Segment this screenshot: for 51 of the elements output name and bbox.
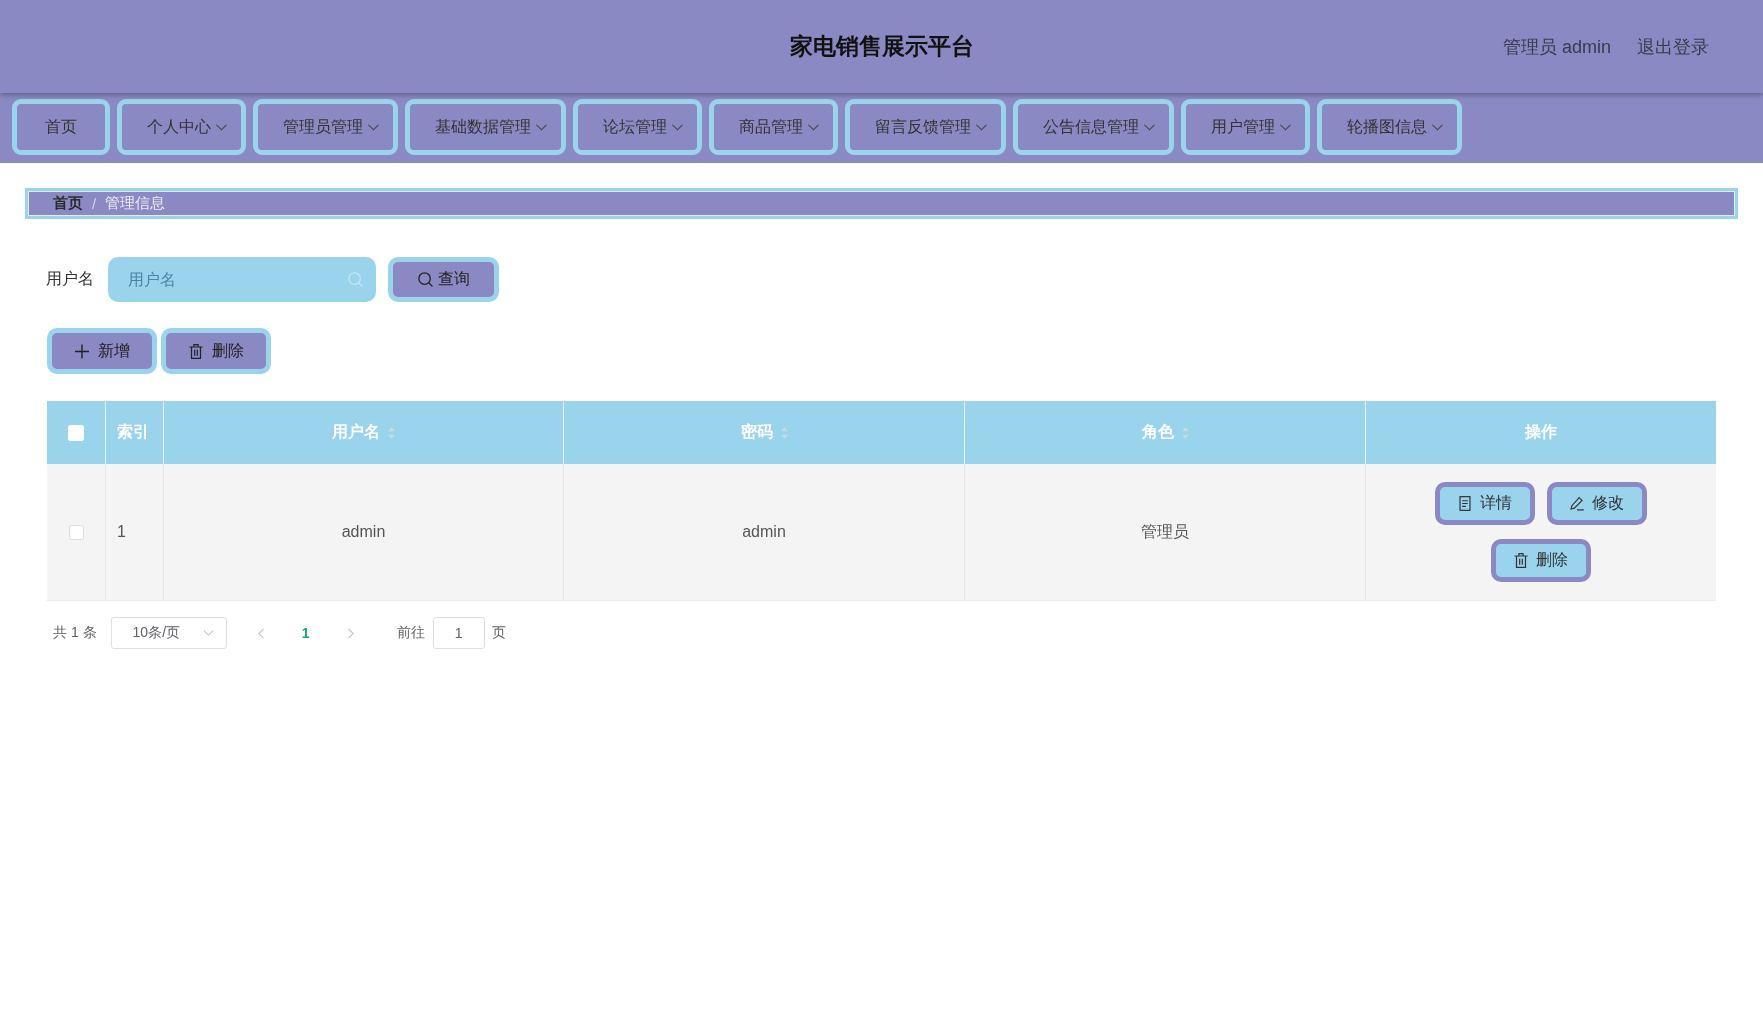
table-cell: admin <box>564 464 965 600</box>
page-input[interactable]: 1 <box>432 617 485 649</box>
column-header: 用户名 <box>332 422 380 442</box>
table-cell: 1 <box>106 464 164 600</box>
column-header: 角色 <box>1141 422 1174 442</box>
chevron-right-icon <box>347 627 354 639</box>
page-suffix: 页 <box>491 624 506 642</box>
nav-menu-item[interactable]: 公告信息管理 <box>1013 99 1174 155</box>
user-name: 管理员 admin <box>1502 35 1611 59</box>
delete-button[interactable]: 删除 <box>1491 539 1591 582</box>
nav-menu-item[interactable]: 轮播图信息 <box>1317 99 1462 155</box>
nav-menu-item[interactable]: 个人中心 <box>117 99 246 155</box>
nav-menu-item[interactable]: 留言反馈管理 <box>845 99 1006 155</box>
search-icon <box>417 272 433 287</box>
breadcrumb-item[interactable]: 首页 <box>53 194 83 213</box>
select-all-checkbox[interactable] <box>68 424 84 441</box>
document-icon <box>1458 496 1472 511</box>
breadcrumb-item: 管理信息 <box>105 194 166 213</box>
page-size-select[interactable]: 10条/页 <box>110 617 227 649</box>
nav-menu-item[interactable]: 基础数据管理 <box>405 99 566 155</box>
search-field[interactable]: 用户名 <box>108 257 376 302</box>
page-number[interactable]: 1 <box>290 618 321 648</box>
trash-icon <box>188 343 203 359</box>
chevron-down-icon <box>202 630 214 636</box>
nav-menu-item[interactable]: 管理员管理 <box>253 99 398 155</box>
trash-icon <box>1514 553 1528 568</box>
chevron-left-icon <box>257 627 264 639</box>
detail-button[interactable]: 详情 <box>1435 482 1535 525</box>
site-title: 家电销售展示平台 <box>789 32 974 61</box>
nav-menu-item[interactable]: 首页 <box>12 99 110 155</box>
edit-button[interactable]: 修改 <box>1547 482 1647 525</box>
column-header: 操作 <box>1525 422 1557 442</box>
column-header: 密码 <box>740 422 773 442</box>
table-cell: admin <box>164 464 564 600</box>
delete-button[interactable]: 删除 <box>161 328 271 374</box>
pencil-icon <box>1570 496 1584 511</box>
row-checkbox[interactable] <box>68 524 84 540</box>
table-cell: 管理员 <box>965 464 1366 600</box>
search-button[interactable]: 查询 <box>388 257 499 302</box>
nav-menu-item[interactable]: 商品管理 <box>709 99 838 155</box>
breadcrumb-separator: / <box>92 195 97 212</box>
goto-label: 前往 <box>396 624 425 642</box>
logout-link[interactable]: 退出登录 <box>1637 34 1709 59</box>
search-label: 用户名 <box>46 269 94 289</box>
column-header: 索引 <box>117 422 149 442</box>
search-icon <box>348 272 363 287</box>
plus-icon <box>74 343 89 359</box>
nav-menu-item[interactable]: 用户管理 <box>1181 99 1310 155</box>
total-count: 共 1 条 <box>53 624 97 642</box>
add-button[interactable]: 新增 <box>47 328 157 374</box>
nav-menu-item[interactable]: 论坛管理 <box>573 99 702 155</box>
